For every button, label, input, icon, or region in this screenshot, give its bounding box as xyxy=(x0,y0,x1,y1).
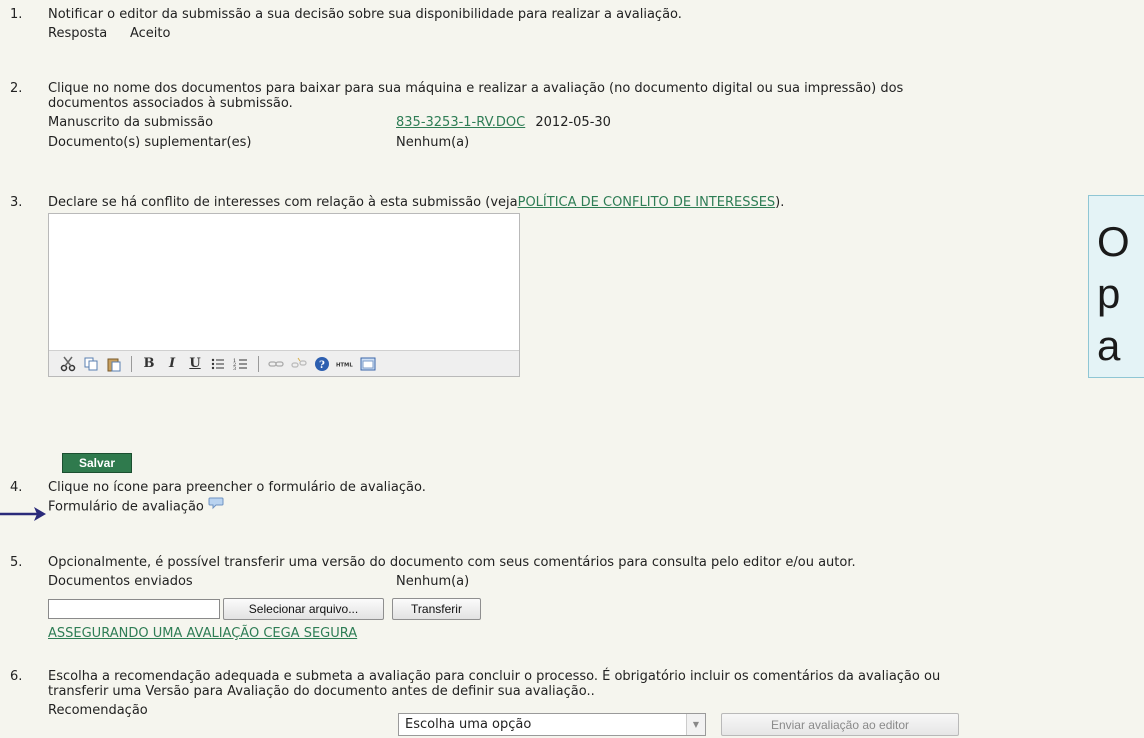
step-number: 1. xyxy=(10,7,23,22)
supplementary-label: Documento(s) suplementar(es) xyxy=(48,135,252,150)
copy-icon[interactable] xyxy=(82,355,100,373)
manuscript-date: 2012-05-30 xyxy=(535,115,611,130)
step-number: 4. xyxy=(10,480,23,495)
review-form-label: Formulário de avaliação xyxy=(48,499,204,515)
help-icon[interactable]: ? xyxy=(313,355,331,373)
editor-toolbar: B I U 123 ? HTML xyxy=(49,350,519,376)
callout-line: O xyxy=(1097,218,1130,265)
blind-review-link[interactable]: ASSEGURANDO UMA AVALIAÇÃO CEGA SEGURA xyxy=(48,626,357,641)
italic-icon[interactable]: I xyxy=(163,355,181,373)
svg-text:HTML: HTML xyxy=(336,362,353,368)
svg-text:3: 3 xyxy=(233,366,236,372)
conflict-policy-link[interactable]: POLÍTICA DE CONFLITO DE INTERESSES xyxy=(518,195,776,210)
svg-text:?: ? xyxy=(319,360,325,371)
step-number: 3. xyxy=(10,195,23,210)
bullet-list-icon[interactable] xyxy=(209,355,227,373)
callout-line: p xyxy=(1097,270,1121,317)
sent-documents-label: Documentos enviados xyxy=(48,574,193,589)
transfer-button[interactable]: Transferir xyxy=(392,598,481,620)
paste-icon[interactable] xyxy=(105,355,123,373)
step-number: 2. xyxy=(10,81,23,96)
chevron-down-icon[interactable]: ▼ xyxy=(686,714,705,735)
step-instruction: Opcionalmente, é possível transferir uma… xyxy=(48,555,856,570)
toolbar-separator xyxy=(131,355,132,372)
step-instruction-end: ). xyxy=(775,195,785,210)
recommendation-select[interactable]: Escolha uma opção ▼ xyxy=(398,713,706,736)
select-file-button[interactable]: Selecionar arquivo... xyxy=(223,598,384,620)
recommendation-selected: Escolha uma opção xyxy=(405,717,532,732)
response-label: Resposta xyxy=(48,26,108,41)
step-instruction-line1: Escolha a recomendação adequada e submet… xyxy=(48,669,941,684)
comment-bubble-icon[interactable] xyxy=(208,497,224,517)
callout-line: a xyxy=(1097,322,1121,369)
manuscript-file-link[interactable]: 835-3253-1-RV.DOC xyxy=(396,115,525,130)
recommendation-label: Recomendação xyxy=(48,703,148,718)
file-path-input[interactable] xyxy=(48,599,220,619)
step-instruction: Notificar o editor da submissão a sua de… xyxy=(48,7,682,22)
step-instruction-line2: transferir uma Versão para Avaliação do … xyxy=(48,684,595,699)
toolbar-separator xyxy=(258,355,259,372)
fullscreen-icon[interactable] xyxy=(359,355,377,373)
send-review-button[interactable]: Enviar avaliação ao editor xyxy=(721,713,959,736)
step-instruction-line1: Clique no nome dos documentos para baixa… xyxy=(48,81,904,96)
step-instruction: Clique no ícone para preencher o formulá… xyxy=(48,480,426,495)
step-instruction-line2: documentos associados à submissão. xyxy=(48,96,293,111)
html-icon[interactable]: HTML xyxy=(336,355,354,373)
comments-textarea[interactable] xyxy=(49,214,519,353)
manuscript-label: Manuscrito da submissão xyxy=(48,115,214,130)
step-instruction: Declare se há conflito de interesses com… xyxy=(48,195,518,210)
numbered-list-icon[interactable]: 123 xyxy=(232,355,250,373)
unlink-icon[interactable] xyxy=(290,355,308,373)
underline-icon[interactable]: U xyxy=(186,355,204,373)
bold-icon[interactable]: B xyxy=(140,355,158,373)
pointer-arrow-icon xyxy=(0,507,46,521)
supplementary-value: Nenhum(a) xyxy=(396,135,470,150)
save-button[interactable]: Salvar xyxy=(62,453,132,473)
comments-editor[interactable]: B I U 123 ? HTML xyxy=(48,213,520,377)
callout-box: O p a xyxy=(1088,195,1144,378)
sent-documents-value: Nenhum(a) xyxy=(396,574,470,589)
response-value: Aceito xyxy=(130,26,171,41)
link-icon[interactable] xyxy=(267,355,285,373)
step-number: 6. xyxy=(10,669,23,684)
cut-icon[interactable] xyxy=(59,355,77,373)
step-number: 5. xyxy=(10,555,23,570)
